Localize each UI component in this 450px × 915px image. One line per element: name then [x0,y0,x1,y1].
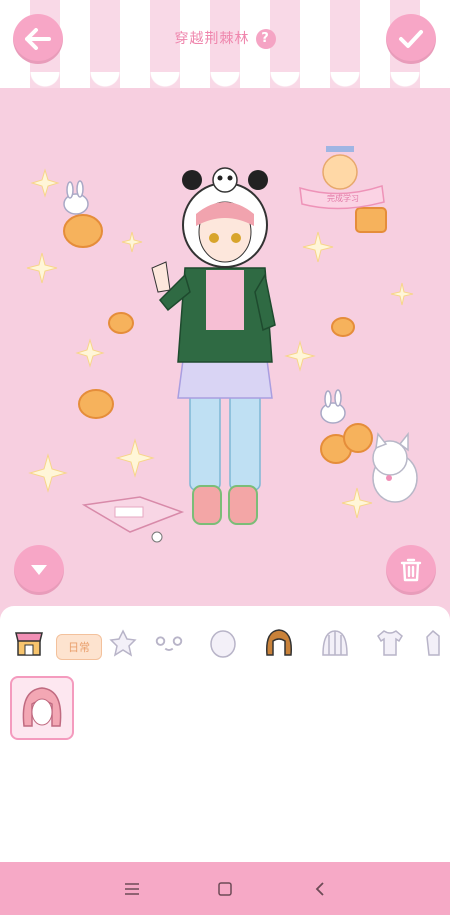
collapse-button[interactable] [14,545,64,595]
delete-button[interactable] [386,545,436,595]
help-button[interactable]: ? [255,29,276,49]
tab-hat[interactable] [318,626,352,660]
dressup-stage: 完成学习 [0,88,450,608]
hair-icon [266,629,292,656]
page-title: 穿越荆棘林? [0,28,450,49]
tab-number[interactable] [106,626,140,660]
hat-icon [322,630,348,656]
menu-icon [125,883,139,895]
chevron-down-icon [31,565,47,575]
trash-icon [400,558,422,582]
banner-text: 完成学习 [327,193,359,203]
shop-icon [15,632,43,656]
character-scene: 完成学习 [26,146,418,543]
item-thumbnail[interactable] [10,676,74,740]
tab-eyes[interactable] [152,626,186,660]
category-tabbar: 日常 [0,618,450,666]
star-icon [109,629,137,657]
tab-face[interactable] [206,626,240,660]
menu-nav-button[interactable] [120,878,144,900]
face-icon [210,630,236,658]
tab-shop[interactable] [12,626,46,660]
jacket-icon [426,629,440,656]
hair-item-icon [22,687,62,727]
check-icon [399,30,423,48]
confirm-button[interactable] [386,14,436,64]
home-icon [218,882,232,896]
item-panel: 日常 [0,606,450,862]
home-nav-button[interactable] [213,878,237,900]
tab-hair[interactable] [262,626,296,660]
tab-jacket[interactable] [422,626,450,660]
eyes-icon [155,636,183,652]
tab-shirt[interactable] [373,626,407,660]
back-nav-button[interactable] [308,878,332,900]
system-navbar [0,862,450,915]
daily-badge[interactable]: 日常 [56,634,102,660]
back-nav-icon [315,882,324,896]
shirt-icon [377,630,403,656]
title-text: 穿越荆棘林 [174,31,250,47]
